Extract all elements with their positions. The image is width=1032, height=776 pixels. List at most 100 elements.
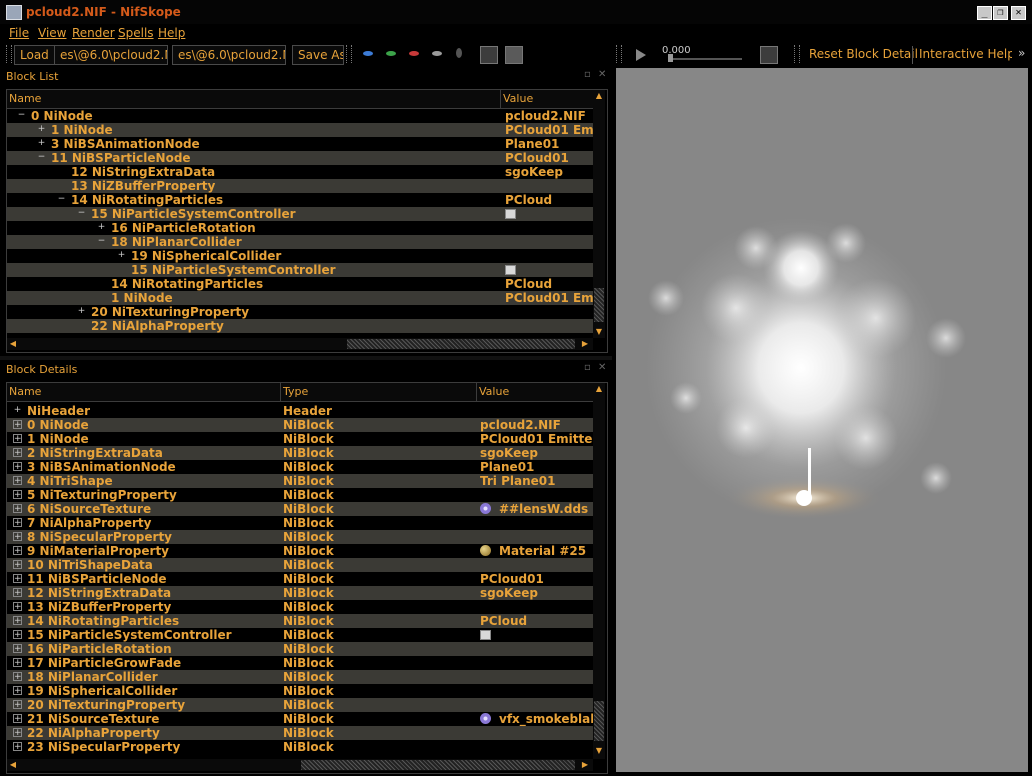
- tree-row[interactable]: 1 NiNode PCloud01 Emitter: [7, 291, 593, 305]
- vscroll-thumb[interactable]: [594, 288, 604, 322]
- toolbar-grip[interactable]: [616, 45, 622, 63]
- details-row[interactable]: +16 NiParticleRotation NiBlock: [7, 642, 593, 656]
- details-row[interactable]: +5 NiTexturingProperty NiBlock: [7, 488, 593, 502]
- expand-icon[interactable]: +: [13, 574, 22, 584]
- expand-icon[interactable]: +: [13, 700, 22, 710]
- close-button[interactable]: ✕: [1011, 6, 1026, 20]
- save-as-button[interactable]: Save As: [292, 45, 344, 65]
- expand-icon[interactable]: +: [13, 658, 22, 668]
- lighting-toggle-icon[interactable]: [505, 46, 523, 64]
- expand-icon[interactable]: +: [117, 251, 126, 260]
- hscroll-thumb[interactable]: [301, 760, 575, 770]
- expand-icon[interactable]: +: [13, 476, 22, 486]
- expand-icon[interactable]: +: [13, 742, 22, 752]
- scroll-right-icon[interactable]: ▶: [579, 338, 591, 350]
- details-row[interactable]: +9 NiMaterialProperty NiBlock Material #25: [7, 544, 593, 558]
- details-row[interactable]: +3 NiBSAnimationNode NiBlock Plane01: [7, 460, 593, 474]
- details-row[interactable]: +13 NiZBufferProperty NiBlock: [7, 600, 593, 614]
- expand-icon[interactable]: +: [13, 546, 22, 556]
- expand-icon[interactable]: +: [97, 223, 106, 232]
- block-details-vscroll[interactable]: ▲ ▼: [593, 383, 605, 759]
- expand-icon[interactable]: +: [77, 307, 86, 316]
- panel-float-icon[interactable]: ▫: [584, 362, 591, 373]
- load-path-field[interactable]: es\@6.0\pcloud2.NIF: [54, 45, 168, 65]
- collapse-icon[interactable]: −: [57, 195, 66, 204]
- collapse-icon[interactable]: −: [77, 209, 86, 218]
- expand-icon[interactable]: +: [13, 518, 22, 528]
- interactive-help-button[interactable]: Interactive Help: [914, 45, 1012, 63]
- scroll-right-icon[interactable]: ▶: [579, 759, 591, 771]
- tree-row[interactable]: 14 NiRotatingParticles PCloud: [7, 277, 593, 291]
- time-slider-handle[interactable]: [668, 54, 673, 62]
- toolbar-overflow-icon[interactable]: »: [1018, 46, 1025, 60]
- expand-icon[interactable]: +: [13, 686, 22, 696]
- expand-icon[interactable]: +: [13, 490, 22, 500]
- expand-icon[interactable]: +: [13, 420, 22, 430]
- expand-icon[interactable]: +: [13, 602, 22, 612]
- details-row[interactable]: +14 NiRotatingParticles NiBlock PCloud: [7, 614, 593, 628]
- column-header-name[interactable]: Name: [7, 383, 281, 401]
- details-row[interactable]: +20 NiTexturingProperty NiBlock: [7, 698, 593, 712]
- details-row[interactable]: +18 NiPlanarCollider NiBlock: [7, 670, 593, 684]
- details-row[interactable]: +19 NiSphericalCollider NiBlock: [7, 684, 593, 698]
- camera-icon[interactable]: [760, 46, 778, 64]
- tree-row[interactable]: 15 NiParticleSystemController: [7, 263, 593, 277]
- scroll-left-icon[interactable]: ◀: [7, 338, 19, 350]
- column-header-value[interactable]: Value: [501, 90, 593, 108]
- reset-block-details-button[interactable]: Reset Block Details: [804, 45, 918, 63]
- details-row[interactable]: +1 NiNode NiBlock PCloud01 Emitter: [7, 432, 593, 446]
- save-path-field[interactable]: es\@6.0\pcloud2.NIF: [172, 45, 286, 65]
- block-list-vscroll[interactable]: ▲ ▼: [593, 90, 605, 338]
- expand-icon[interactable]: +: [13, 672, 22, 682]
- details-row[interactable]: +21 NiSourceTexture NiBlock vfx_smokeblak: [7, 712, 593, 726]
- expand-icon[interactable]: +: [37, 125, 46, 134]
- menu-help[interactable]: Help: [158, 26, 185, 40]
- expand-icon[interactable]: +: [37, 139, 46, 148]
- details-row[interactable]: +15 NiParticleSystemController NiBlock: [7, 628, 593, 642]
- details-row[interactable]: +6 NiSourceTexture NiBlock ##lensW.dds: [7, 502, 593, 516]
- collapse-icon[interactable]: −: [17, 111, 26, 120]
- tree-row[interactable]: −15 NiParticleSystemController: [7, 207, 593, 221]
- view-eye-green-icon[interactable]: [386, 51, 396, 56]
- tree-row[interactable]: 12 NiStringExtraData sgoKeep: [7, 165, 593, 179]
- tree-row[interactable]: −11 NiBSParticleNode PCloud01: [7, 151, 593, 165]
- details-row[interactable]: +7 NiAlphaProperty NiBlock: [7, 516, 593, 530]
- tree-row[interactable]: −18 NiPlanarCollider: [7, 235, 593, 249]
- details-row[interactable]: +12 NiStringExtraData NiBlock sgoKeep: [7, 586, 593, 600]
- details-row[interactable]: +11 NiBSParticleNode NiBlock PCloud01: [7, 572, 593, 586]
- details-row[interactable]: +0 NiNode NiBlock pcloud2.NIF: [7, 418, 593, 432]
- time-slider[interactable]: [668, 58, 742, 60]
- details-row[interactable]: +22 NiAlphaProperty NiBlock: [7, 726, 593, 740]
- toolbar-grip[interactable]: [6, 45, 12, 63]
- collapse-icon[interactable]: −: [97, 237, 106, 246]
- column-header-name[interactable]: Name: [7, 90, 501, 108]
- expand-icon[interactable]: +: [13, 714, 22, 724]
- expand-icon[interactable]: +: [13, 406, 22, 415]
- expand-icon[interactable]: +: [13, 462, 22, 472]
- details-row[interactable]: +8 NiSpecularProperty NiBlock: [7, 530, 593, 544]
- play-icon[interactable]: [636, 49, 646, 61]
- view-eye-red-icon[interactable]: [409, 51, 419, 56]
- details-row[interactable]: +4 NiTriShape NiBlock Tri Plane01: [7, 474, 593, 488]
- panel-float-icon[interactable]: ▫: [584, 69, 591, 80]
- expand-icon[interactable]: +: [13, 588, 22, 598]
- toolbar-grip[interactable]: [346, 45, 352, 63]
- tree-row[interactable]: +19 NiSphericalCollider: [7, 249, 593, 263]
- scroll-left-icon[interactable]: ◀: [7, 759, 19, 771]
- expand-icon[interactable]: +: [13, 616, 22, 626]
- tree-row[interactable]: +1 NiNode PCloud01 Emitter: [7, 123, 593, 137]
- expand-icon[interactable]: +: [13, 644, 22, 654]
- scroll-down-icon[interactable]: ▼: [593, 745, 605, 757]
- hscroll-thumb[interactable]: [347, 339, 575, 349]
- tree-row[interactable]: −14 NiRotatingParticles PCloud: [7, 193, 593, 207]
- panel-close-icon[interactable]: ✕: [598, 362, 606, 373]
- details-row[interactable]: +2 NiStringExtraData NiBlock sgoKeep: [7, 446, 593, 460]
- menu-render[interactable]: Render: [72, 26, 115, 40]
- menu-file[interactable]: File: [9, 26, 29, 40]
- details-row[interactable]: +17 NiParticleGrowFade NiBlock: [7, 656, 593, 670]
- walk-mode-icon[interactable]: [456, 48, 462, 58]
- scroll-up-icon[interactable]: ▲: [593, 90, 605, 102]
- expand-icon[interactable]: +: [13, 434, 22, 444]
- expand-icon[interactable]: +: [13, 504, 22, 514]
- tree-row[interactable]: 22 NiAlphaProperty: [7, 319, 593, 333]
